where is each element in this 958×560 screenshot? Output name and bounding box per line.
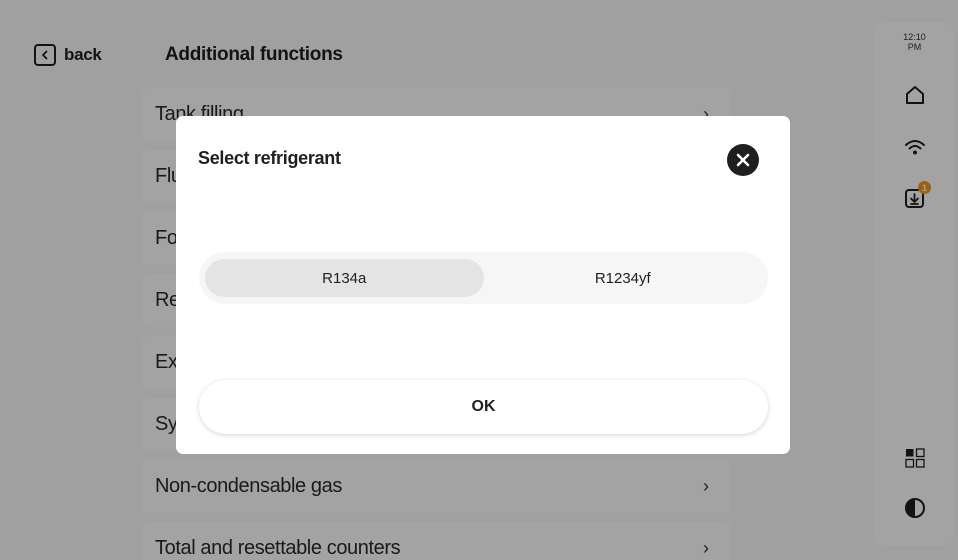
- option-r1234yf[interactable]: R1234yf: [484, 259, 763, 297]
- refrigerant-selector: R134a R1234yf: [199, 252, 768, 304]
- close-icon: [736, 153, 750, 167]
- dialog-title: Select refrigerant: [198, 148, 341, 168]
- ok-button[interactable]: OK: [199, 380, 768, 434]
- close-button[interactable]: [727, 144, 759, 176]
- select-refrigerant-dialog: Select refrigerant R134a R1234yf OK: [176, 116, 790, 454]
- option-r134a[interactable]: R134a: [205, 259, 484, 297]
- screen: back Additional functions Tank filling ›…: [0, 0, 958, 560]
